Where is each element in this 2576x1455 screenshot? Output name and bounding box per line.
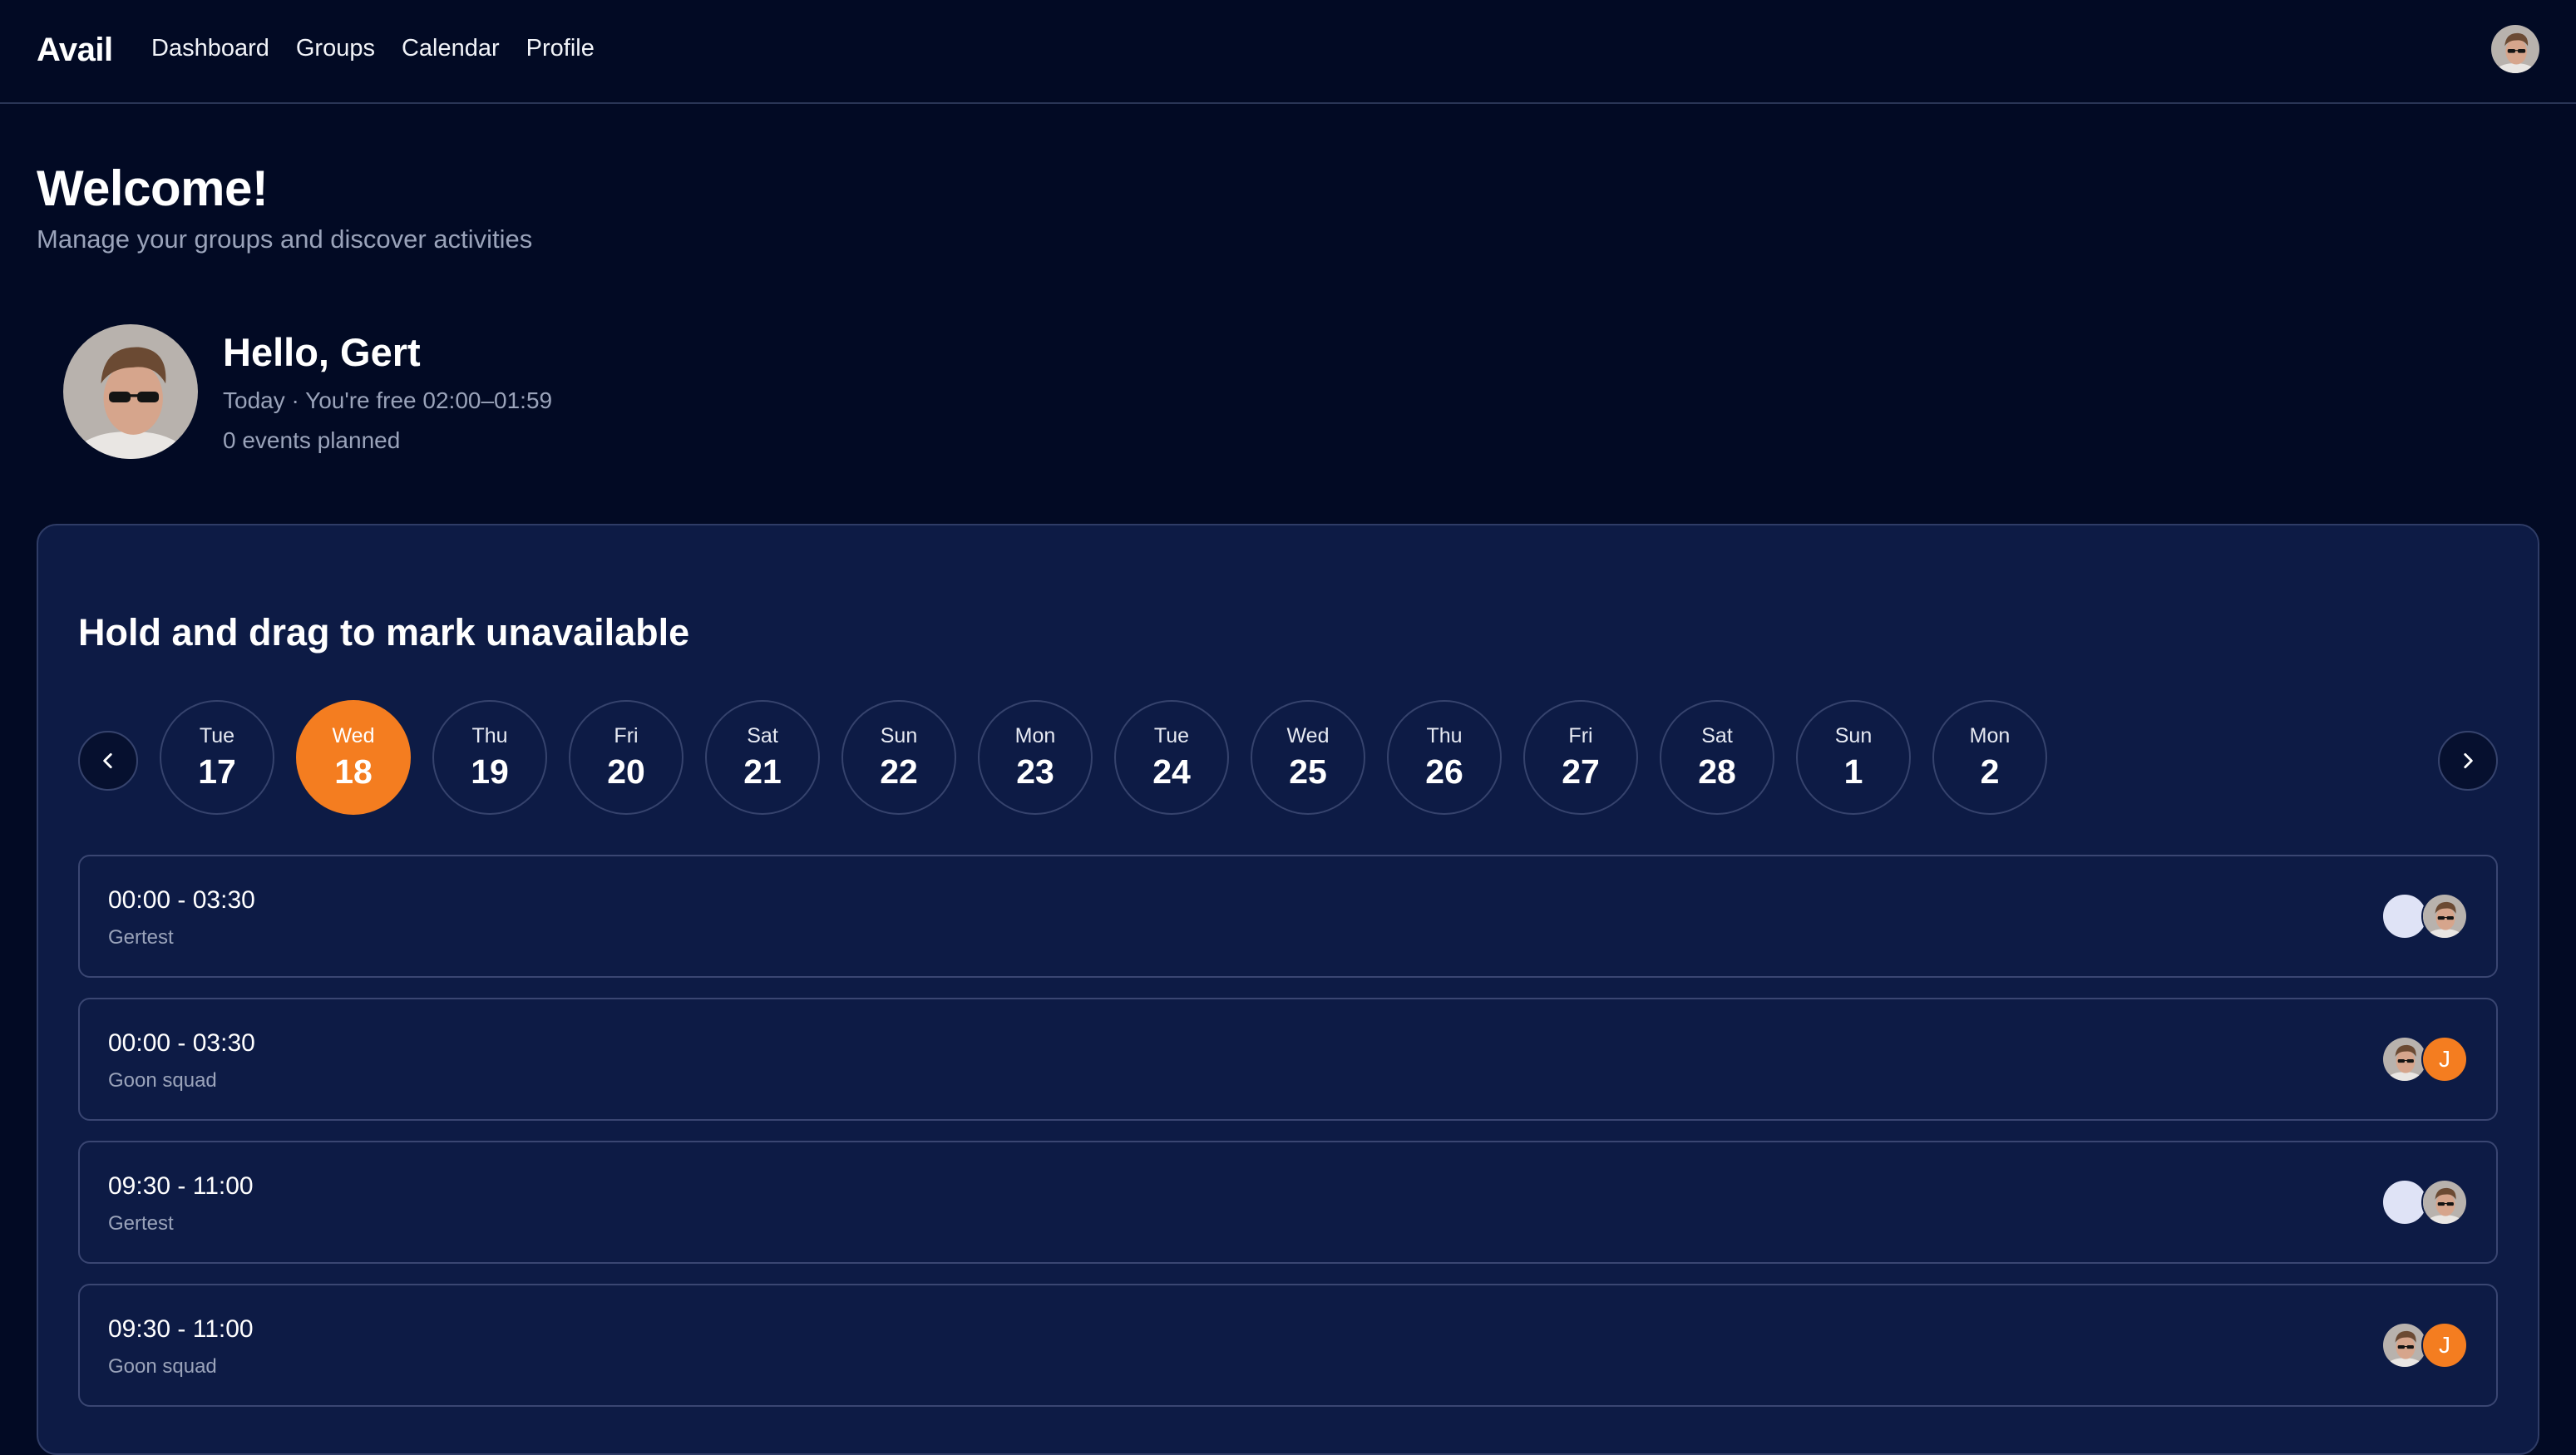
- avatar-initial: J: [2439, 1332, 2450, 1358]
- day-number: 24: [1152, 752, 1191, 791]
- slot-member-avatars: [2381, 1179, 2468, 1226]
- nav-link-dashboard[interactable]: Dashboard: [151, 35, 269, 62]
- day-of-week-label: Sat: [747, 724, 778, 747]
- day-of-week-label: Tue: [199, 724, 235, 747]
- member-avatar: [2421, 893, 2468, 940]
- time-slot-list: 00:00 - 03:30 Gertest 00:00 - 03:30 Goon sq…: [78, 855, 2498, 1427]
- slot-time-range: 00:00 - 03:30: [108, 1029, 255, 1057]
- day-of-week-label: Sun: [1834, 724, 1873, 747]
- day-pill[interactable]: Fri 27: [1523, 700, 1638, 815]
- day-pill[interactable]: Thu 26: [1387, 700, 1502, 815]
- day-number: 1: [1843, 752, 1863, 791]
- day-pill-selected[interactable]: Wed 18: [296, 700, 411, 815]
- slot-group-name: Gertest: [108, 926, 174, 949]
- day-of-week-label: Wed: [332, 724, 375, 747]
- chevron-right-icon: [2464, 753, 2473, 768]
- main-nav: Dashboard Groups Calendar Profile: [151, 35, 595, 62]
- day-number: 21: [743, 752, 782, 791]
- day-number: 18: [334, 752, 373, 791]
- nav-link-groups[interactable]: Groups: [296, 35, 375, 62]
- member-initial-avatar: J: [2421, 1036, 2468, 1083]
- day-pill[interactable]: Mon 2: [1932, 700, 2047, 815]
- day-of-week-label: Thu: [471, 724, 508, 747]
- slot-group-name: Goon squad: [108, 1355, 217, 1378]
- nav-link-calendar[interactable]: Calendar: [402, 35, 500, 62]
- day-of-week-label: Fri: [1568, 724, 1593, 747]
- time-slot-row[interactable]: 09:30 - 11:00 Goon squad J: [78, 1284, 2498, 1407]
- day-of-week-label: Thu: [1426, 724, 1463, 747]
- day-selector: Tue 17 Wed 18 Thu 19 Fri 20 Sat 21 Sun 22 Mon 23 Tue 24…: [160, 700, 2047, 815]
- time-slot-row[interactable]: 09:30 - 11:00 Gertest: [78, 1141, 2498, 1264]
- slot-time-range: 09:30 - 11:00: [108, 1172, 254, 1200]
- prev-days-button[interactable]: [78, 731, 138, 791]
- free-time-text: Today · You're free 02:00–01:59: [223, 387, 553, 413]
- day-number: 26: [1425, 752, 1463, 791]
- day-of-week-label: Mon: [1014, 724, 1056, 747]
- slot-time-range: 00:00 - 03:30: [108, 886, 255, 914]
- day-number: 28: [1698, 752, 1736, 791]
- page-title: Welcome!: [37, 160, 269, 216]
- day-number: 23: [1016, 752, 1054, 791]
- day-number: 25: [1289, 752, 1327, 791]
- events-count-text: 0 events planned: [223, 427, 401, 453]
- day-of-week-label: Fri: [614, 724, 639, 747]
- nav-link-profile[interactable]: Profile: [526, 35, 595, 62]
- day-of-week-label: Wed: [1286, 724, 1330, 747]
- day-number: 27: [1562, 752, 1600, 791]
- slot-group-name: Goon squad: [108, 1069, 217, 1092]
- availability-title: Hold and drag to mark unavailable: [78, 611, 690, 654]
- profile-avatar: [63, 324, 198, 459]
- day-pill[interactable]: Sun 22: [841, 700, 956, 815]
- day-pill[interactable]: Tue 17: [160, 700, 274, 815]
- page-subtitle: Manage your groups and discover activiti…: [37, 224, 533, 254]
- slot-member-avatars: J: [2381, 1322, 2468, 1369]
- greeting-heading: Hello, Gert: [223, 330, 421, 374]
- day-number: 17: [198, 752, 236, 791]
- profile-avatar-image: [63, 324, 198, 459]
- availability-card: Hold and drag to mark unavailable Tue 17 W…: [37, 524, 2539, 1455]
- avatar-initial: J: [2439, 1046, 2450, 1072]
- slot-member-avatars: J: [2381, 1036, 2468, 1083]
- member-initial-avatar: J: [2421, 1322, 2468, 1369]
- day-pill[interactable]: Tue 24: [1114, 700, 1229, 815]
- day-of-week-label: Mon: [1969, 724, 2011, 747]
- next-days-button[interactable]: [2438, 731, 2498, 791]
- day-of-week-label: Sat: [1701, 724, 1733, 747]
- time-slot-row[interactable]: 00:00 - 03:30 Goon squad J: [78, 998, 2498, 1121]
- day-of-week-label: Tue: [1153, 724, 1190, 747]
- day-number: 20: [607, 752, 645, 791]
- top-navigation-bar: Avail Dashboard Groups Calendar Profile: [0, 0, 2576, 104]
- user-avatar-image: [2491, 25, 2539, 73]
- day-number: 2: [1980, 752, 2000, 791]
- day-of-week-label: Sun: [880, 724, 918, 747]
- day-pill[interactable]: Sat 28: [1660, 700, 1774, 815]
- chevron-left-icon: [103, 753, 112, 768]
- day-pill[interactable]: Sun 1: [1796, 700, 1911, 815]
- day-pill[interactable]: Thu 19: [432, 700, 547, 815]
- slot-time-range: 09:30 - 11:00: [108, 1315, 254, 1343]
- time-slot-row[interactable]: 00:00 - 03:30 Gertest: [78, 855, 2498, 978]
- day-pill[interactable]: Wed 25: [1251, 700, 1365, 815]
- slot-group-name: Gertest: [108, 1212, 174, 1235]
- member-avatar: [2421, 1179, 2468, 1226]
- day-number: 22: [880, 752, 918, 791]
- day-pill[interactable]: Sat 21: [705, 700, 820, 815]
- day-number: 19: [471, 752, 509, 791]
- day-pill[interactable]: Mon 23: [978, 700, 1093, 815]
- day-pill[interactable]: Fri 20: [569, 700, 683, 815]
- slot-member-avatars: [2381, 893, 2468, 940]
- user-avatar-menu[interactable]: [2491, 25, 2539, 73]
- brand-logo[interactable]: Avail: [37, 32, 113, 69]
